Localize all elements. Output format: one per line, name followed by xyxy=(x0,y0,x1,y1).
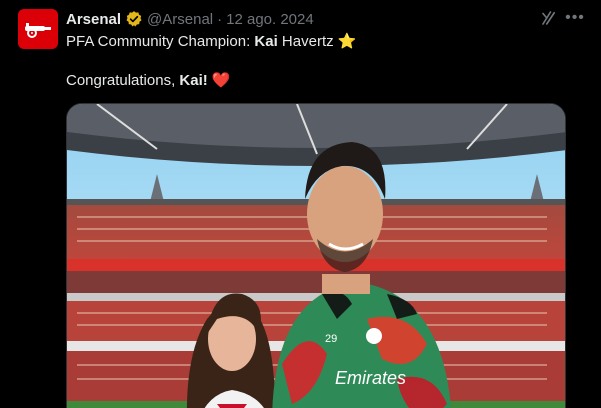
tweet-text-line-2: Congratulations, Kai! ❤️ xyxy=(66,71,231,91)
text-segment: Havertz xyxy=(277,33,338,50)
heart-emoji-icon: ❤️ xyxy=(211,72,231,89)
star-emoji-icon: ⭐ xyxy=(337,33,357,50)
more-options-icon[interactable]: ••• xyxy=(565,8,585,28)
tweet-photo[interactable]: Emirates 29 xyxy=(66,103,566,408)
author-handle[interactable]: @Arsenal xyxy=(147,11,213,28)
shirt-number-text: 29 xyxy=(325,333,337,345)
text-segment: PFA Community Champion: xyxy=(66,33,255,50)
tweet: Arsenal @Arsenal · 12 ago. 2024 ••• PFA … xyxy=(0,0,601,408)
text-bold-segment: Kai xyxy=(254,33,278,50)
tweet-header: Arsenal @Arsenal · 12 ago. 2024 xyxy=(66,9,314,29)
post-date[interactable]: 12 ago. 2024 xyxy=(226,11,314,28)
author-name[interactable]: Arsenal xyxy=(66,11,121,28)
shirt-sponsor-text: Emirates xyxy=(335,368,406,388)
separator-dot: · xyxy=(217,10,223,28)
grok-icon[interactable] xyxy=(540,9,558,27)
verified-badge-icon xyxy=(126,11,142,27)
tweet-text-line-1: PFA Community Champion: Kai Havertz ⭐ xyxy=(66,32,356,52)
stadium-photo-image: Emirates 29 xyxy=(67,104,565,408)
avatar[interactable] xyxy=(18,9,58,49)
cannon-logo-icon xyxy=(25,23,51,38)
text-segment: Congratulations, xyxy=(66,72,180,89)
text-bold-segment: Kai! xyxy=(179,72,208,89)
